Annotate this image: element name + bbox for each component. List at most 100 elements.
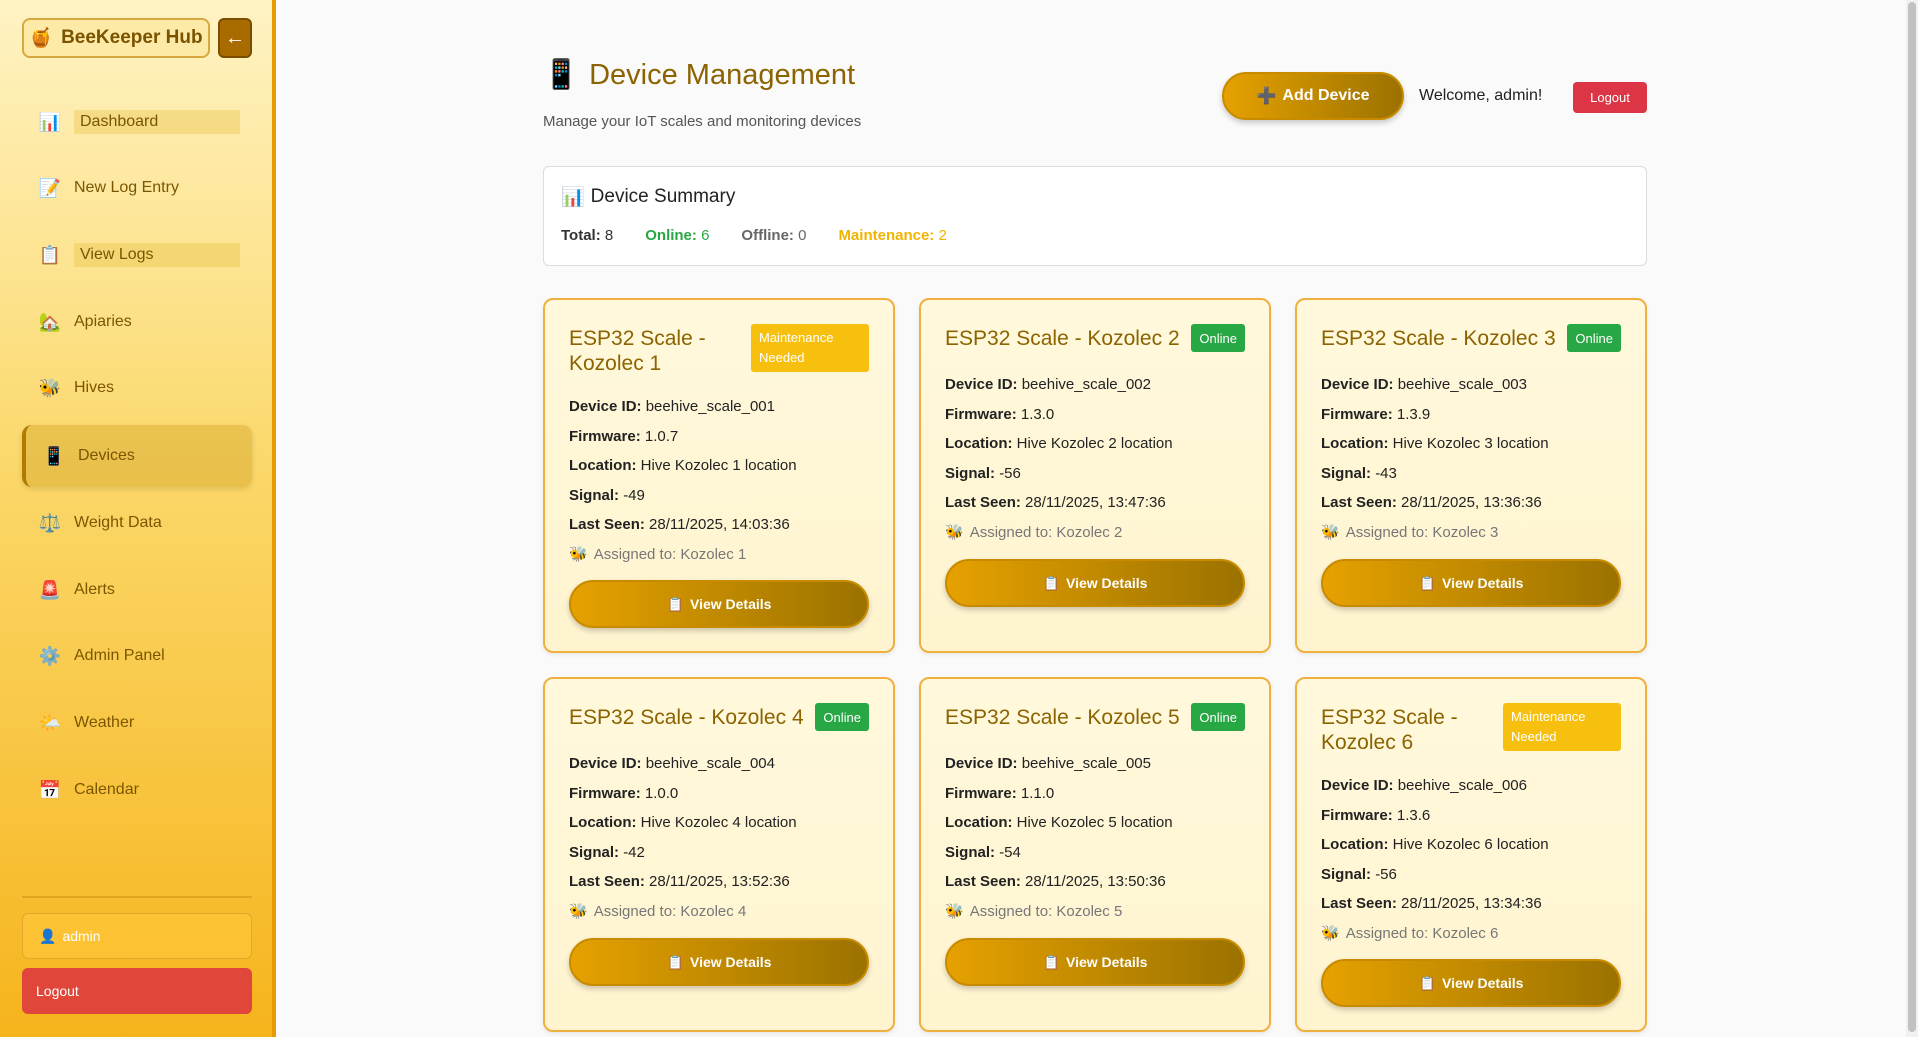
view-details-button[interactable]: 📋 View Details (569, 938, 869, 986)
bar-chart-icon: 📊 (561, 187, 585, 208)
sidebar-item-label: Devices (78, 447, 135, 464)
assigned-hive: Assigned to: Kozolec 1 (593, 545, 747, 563)
view-details-button[interactable]: 📋 View Details (1321, 559, 1621, 607)
location-value: Hive Kozolec 1 location (640, 457, 797, 474)
device-id-label: Device ID: (945, 755, 1018, 772)
view-details-label: View Details (689, 954, 772, 970)
sidebar-item-devices[interactable]: 📱 Devices (22, 425, 252, 487)
sidebar-item-new-log-entry[interactable]: 📝 New Log Entry (22, 157, 252, 219)
sidebar-divider (22, 896, 252, 898)
signal-value: -42 (623, 843, 645, 861)
location-label: Location: (569, 814, 637, 831)
location-value: Hive Kozolec 4 location (640, 814, 797, 831)
location-label: Location: (1321, 435, 1389, 452)
view-details-button[interactable]: 📋 View Details (945, 559, 1245, 607)
device-card: ESP32 Scale - Kozolec 5 Online Device ID… (919, 677, 1271, 1032)
last-seen-label: Last Seen: (1321, 895, 1397, 912)
brand-logo[interactable]: 🍯 BeeKeeper Hub (22, 18, 210, 58)
user-profile-button[interactable]: 👤 admin (22, 913, 252, 959)
sidebar-item-label: Admin Panel (74, 647, 165, 664)
signal-label: Signal: (1321, 865, 1372, 883)
sidebar-item-dashboard[interactable]: 📊 Dashboard (22, 91, 252, 153)
plus-icon: ➕ (1256, 88, 1277, 105)
signal-label: Signal: (1321, 464, 1372, 482)
add-device-button[interactable]: ➕ Add Device (1222, 72, 1404, 120)
signal-value: -56 (1375, 865, 1397, 883)
view-details-label: View Details (689, 596, 772, 612)
sidebar-item-weight-data[interactable]: ⚖️ Weight Data (22, 492, 252, 554)
calendar-icon: 📅 (38, 779, 62, 800)
page-subtitle: Manage your IoT scales and monitoring de… (543, 113, 862, 130)
sidebar-item-label: Apiaries (74, 313, 132, 330)
bee-icon: 🐝 (1321, 523, 1340, 541)
mobile-phone-icon: 📱 (543, 59, 580, 91)
sidebar-item-weather[interactable]: 🌤️ Weather (22, 692, 252, 754)
stat-total: Total: 8 (561, 227, 613, 244)
sidebar-item-calendar[interactable]: 📅 Calendar (22, 759, 252, 821)
scrollbar-thumb[interactable] (1908, 2, 1916, 1032)
clipboard-icon: 📋 (1042, 574, 1060, 591)
username: admin (62, 928, 101, 944)
device-summary-panel: 📊 Device Summary Total: 8 Online: 6 Offl… (543, 166, 1647, 266)
sidebar-item-hives[interactable]: 🐝 Hives (22, 357, 252, 419)
location-value: Hive Kozolec 3 location (1392, 435, 1549, 452)
clipboard-icon: 📋 (1042, 953, 1060, 970)
sidebar-item-label: Hives (74, 379, 115, 396)
device-fields: Device ID: beehive_scale_005 Firmware: 1… (945, 749, 1173, 926)
view-details-button[interactable]: 📋 View Details (1321, 959, 1621, 1007)
view-details-button[interactable]: 📋 View Details (945, 938, 1245, 986)
bar-chart-icon: 📊 (38, 111, 62, 132)
status-badge: Online (1567, 324, 1621, 352)
bee-icon: 🐝 (945, 902, 964, 920)
sidebar-item-apiaries[interactable]: 🏡 Apiaries (22, 291, 252, 353)
signal-label: Signal: (569, 486, 620, 504)
firmware-value: 1.1.0 (1020, 784, 1055, 802)
mobile-phone-icon: 📱 (42, 445, 66, 466)
firmware-label: Firmware: (569, 784, 641, 802)
last-seen-label: Last Seen: (569, 516, 645, 533)
location-label: Location: (945, 435, 1013, 452)
last-seen-value: 28/11/2025, 13:36:36 (1401, 494, 1542, 511)
location-label: Location: (945, 814, 1013, 831)
device-id-value: beehive_scale_001 (645, 398, 775, 415)
signal-value: -49 (623, 486, 645, 504)
collapse-sidebar-button[interactable]: ← (218, 18, 252, 58)
memo-icon: 📝 (38, 177, 62, 198)
stat-online-label: Online: (645, 227, 697, 244)
sidebar-logout-button[interactable]: Logout (22, 968, 252, 1014)
page-title-text: Device Management (589, 58, 856, 91)
view-details-button[interactable]: 📋 View Details (569, 580, 869, 628)
signal-value: -56 (999, 464, 1021, 482)
device-id-label: Device ID: (1321, 777, 1394, 794)
sidebar: 🍯 BeeKeeper Hub ← 📊 Dashboard 📝 New Log … (0, 0, 276, 1037)
sidebar-item-admin-panel[interactable]: ⚙️ Admin Panel (22, 625, 252, 687)
clipboard-icon: 📋 (666, 595, 684, 612)
signal-label: Signal: (569, 843, 620, 861)
header-logout-button[interactable]: Logout (1573, 82, 1647, 113)
welcome-text: Welcome, admin! (1419, 87, 1543, 104)
sidebar-item-view-logs[interactable]: 📋 View Logs (22, 224, 252, 286)
last-seen-value: 28/11/2025, 13:47:36 (1025, 494, 1166, 511)
device-card: ESP32 Scale - Kozolec 4 Online Device ID… (543, 677, 895, 1032)
last-seen-label: Last Seen: (1321, 494, 1397, 511)
arrow-left-icon: ← (225, 26, 245, 49)
firmware-value: 1.3.9 (1396, 405, 1431, 423)
firmware-label: Firmware: (945, 405, 1017, 423)
bee-icon: 🐝 (569, 902, 588, 920)
sidebar-item-alerts[interactable]: 🚨 Alerts (22, 559, 252, 621)
device-card: ESP32 Scale - Kozolec 2 Online Device ID… (919, 298, 1271, 653)
firmware-value: 1.0.7 (644, 427, 679, 445)
last-seen-label: Last Seen: (945, 494, 1021, 511)
scales-icon: ⚖️ (38, 512, 62, 533)
page-title: 📱 Device Management (543, 58, 855, 92)
page-scrollbar[interactable] (1906, 0, 1918, 1037)
bee-icon: 🐝 (945, 523, 964, 541)
device-card: ESP32 Scale - Kozolec 1 Maintenance Need… (543, 298, 895, 653)
bee-icon: 🐝 (569, 545, 588, 563)
firmware-label: Firmware: (569, 427, 641, 445)
last-seen-label: Last Seen: (945, 873, 1021, 890)
last-seen-value: 28/11/2025, 13:50:36 (1025, 873, 1166, 890)
firmware-value: 1.3.6 (1396, 806, 1431, 824)
stat-online: Online: 6 (645, 227, 709, 244)
status-badge: Online (815, 703, 869, 731)
